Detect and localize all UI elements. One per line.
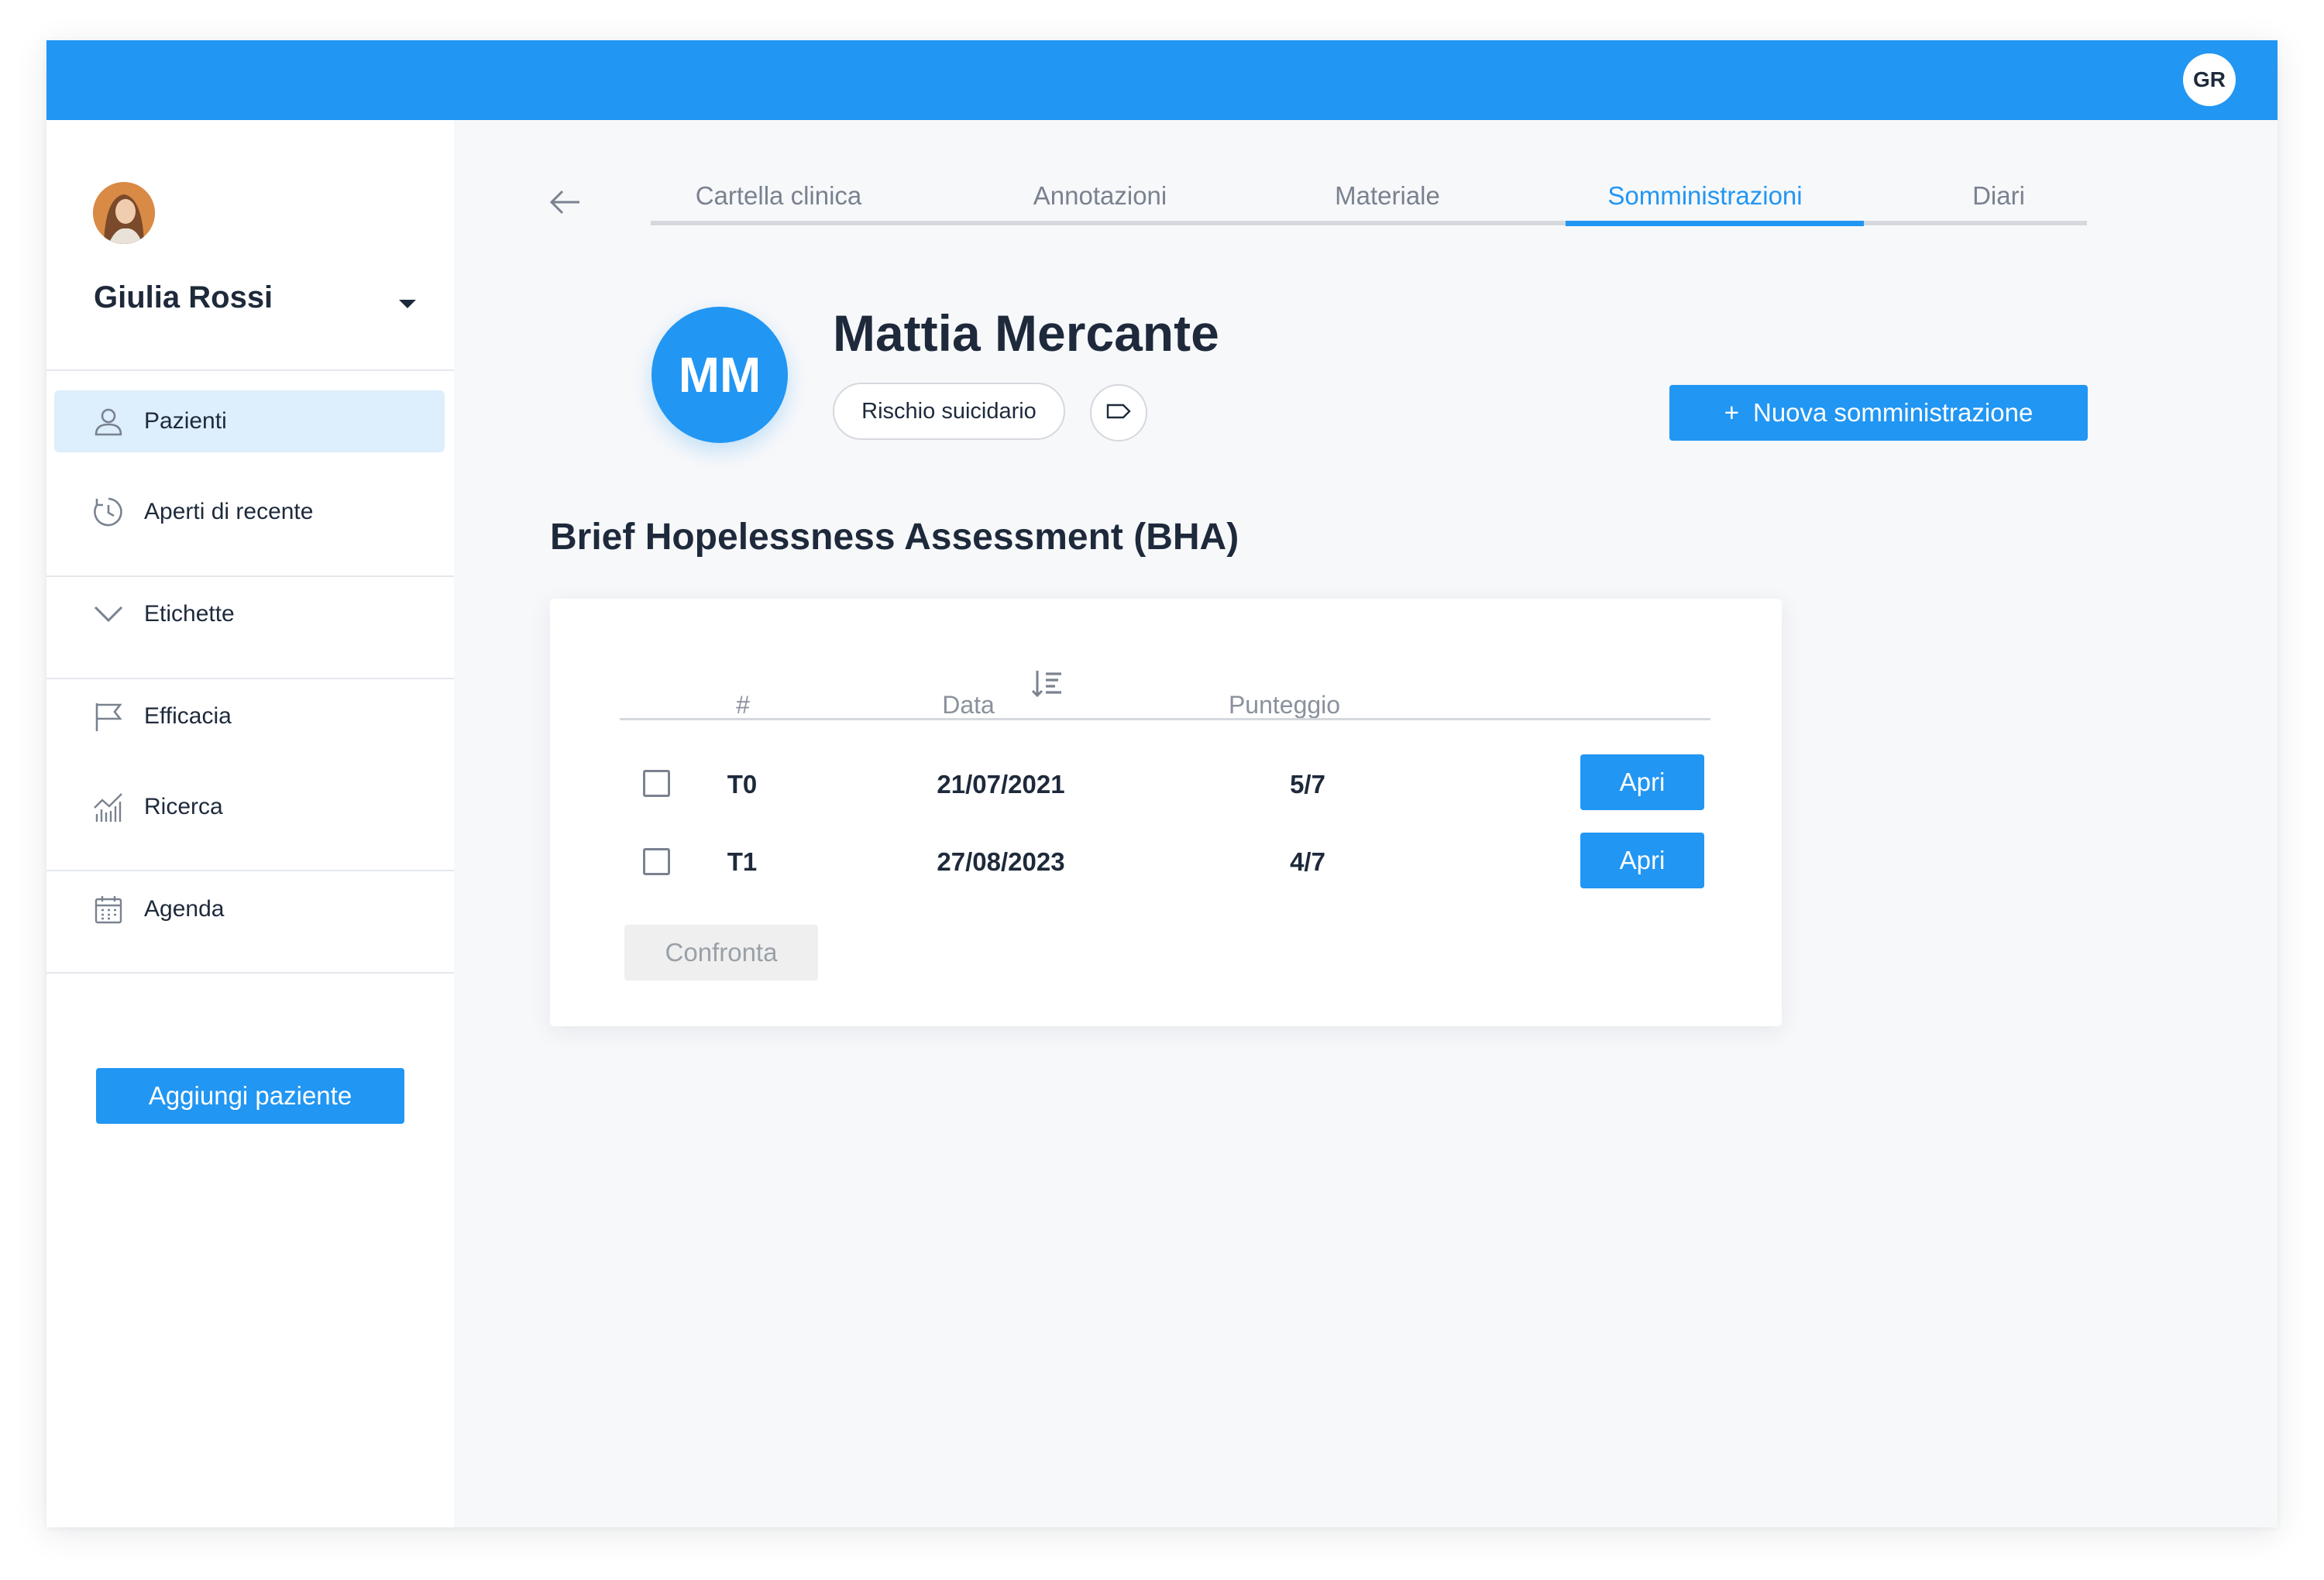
sidebar: Giulia Rossi Pazienti Aperti di recente — [46, 120, 454, 1527]
sidebar-item-etichette[interactable]: Etichette — [54, 583, 445, 645]
add-patient-button[interactable]: Aggiungi paziente — [96, 1068, 404, 1124]
flag-icon — [91, 699, 125, 733]
row-checkbox[interactable] — [643, 848, 670, 875]
row-checkbox[interactable] — [643, 770, 670, 797]
assessment-title: Brief Hopelessness Assessment (BHA) — [550, 517, 1239, 558]
sidebar-item-label: Aperti di recente — [144, 499, 314, 524]
sidebar-item-pazienti[interactable]: Pazienti — [54, 390, 445, 452]
sidebar-item-label: Etichette — [144, 601, 235, 627]
sidebar-item-label: Ricerca — [144, 794, 223, 819]
tab-annotazioni[interactable]: Annotazioni — [1033, 181, 1167, 211]
calendar-icon — [91, 892, 125, 926]
tab-diari[interactable]: Diari — [1972, 181, 2025, 211]
patient-avatar: MM — [651, 307, 788, 443]
sidebar-item-efficacia[interactable]: Efficacia — [54, 685, 445, 747]
column-header-index: # — [736, 691, 750, 719]
sidebar-item-ricerca[interactable]: Ricerca — [54, 776, 445, 838]
plus-icon: + — [1724, 398, 1739, 427]
row-score: 4/7 — [1290, 847, 1325, 876]
top-bar: GR — [46, 40, 2278, 120]
user-name: Giulia Rossi — [94, 280, 273, 314]
open-button[interactable]: Apri — [1580, 754, 1704, 810]
row-date: 27/08/2023 — [937, 847, 1065, 876]
tab-somministrazioni[interactable]: Somministrazioni — [1607, 181, 1802, 211]
new-administration-label: Nuova somministrazione — [1752, 398, 2033, 427]
divider — [46, 972, 454, 974]
user-avatar-button[interactable]: GR — [2183, 53, 2236, 106]
user-photo — [93, 182, 155, 244]
tabs-baseline — [651, 221, 2087, 225]
patient-name: Mattia Mercante — [833, 304, 1219, 362]
sidebar-item-agenda[interactable]: Agenda — [54, 878, 445, 940]
chart-icon — [91, 790, 125, 824]
history-icon — [91, 495, 125, 529]
compare-button[interactable]: Confronta — [624, 925, 818, 981]
sidebar-item-aperti-di-recente[interactable]: Aperti di recente — [54, 481, 445, 543]
add-tag-button[interactable] — [1090, 384, 1147, 441]
divider — [46, 575, 454, 577]
sidebar-item-label: Efficacia — [144, 703, 232, 729]
divider — [46, 369, 454, 371]
row-id: T0 — [727, 770, 758, 799]
column-header-date[interactable]: Data — [942, 691, 995, 720]
user-icon — [91, 404, 125, 438]
patient-tag-chip[interactable]: Rischio suicidario — [833, 383, 1065, 440]
sidebar-item-label: Agenda — [144, 896, 225, 922]
row-score: 5/7 — [1290, 770, 1325, 799]
user-menu-caret-icon[interactable] — [399, 300, 416, 308]
row-date: 21/07/2021 — [937, 770, 1065, 799]
new-administration-button[interactable]: + Nuova somministrazione — [1669, 385, 2088, 441]
tab-materiale[interactable]: Materiale — [1335, 181, 1440, 211]
open-button[interactable]: Apri — [1580, 833, 1704, 888]
tag-icon — [1105, 397, 1133, 429]
row-id: T1 — [727, 847, 758, 876]
sidebar-item-label: Pazienti — [144, 408, 227, 434]
tab-cartella-clinica[interactable]: Cartella clinica — [696, 181, 862, 211]
divider — [46, 870, 454, 871]
chevron-down-icon — [91, 597, 125, 631]
sort-descending-icon[interactable] — [1030, 666, 1066, 702]
back-arrow-icon[interactable] — [547, 184, 584, 221]
divider — [46, 678, 454, 679]
app-window: GR Giulia Rossi Pazienti Aperti di recen… — [46, 40, 2278, 1527]
table-header-divider — [620, 718, 1710, 720]
active-tab-indicator — [1566, 221, 1864, 226]
column-header-score: Punteggio — [1228, 691, 1341, 719]
